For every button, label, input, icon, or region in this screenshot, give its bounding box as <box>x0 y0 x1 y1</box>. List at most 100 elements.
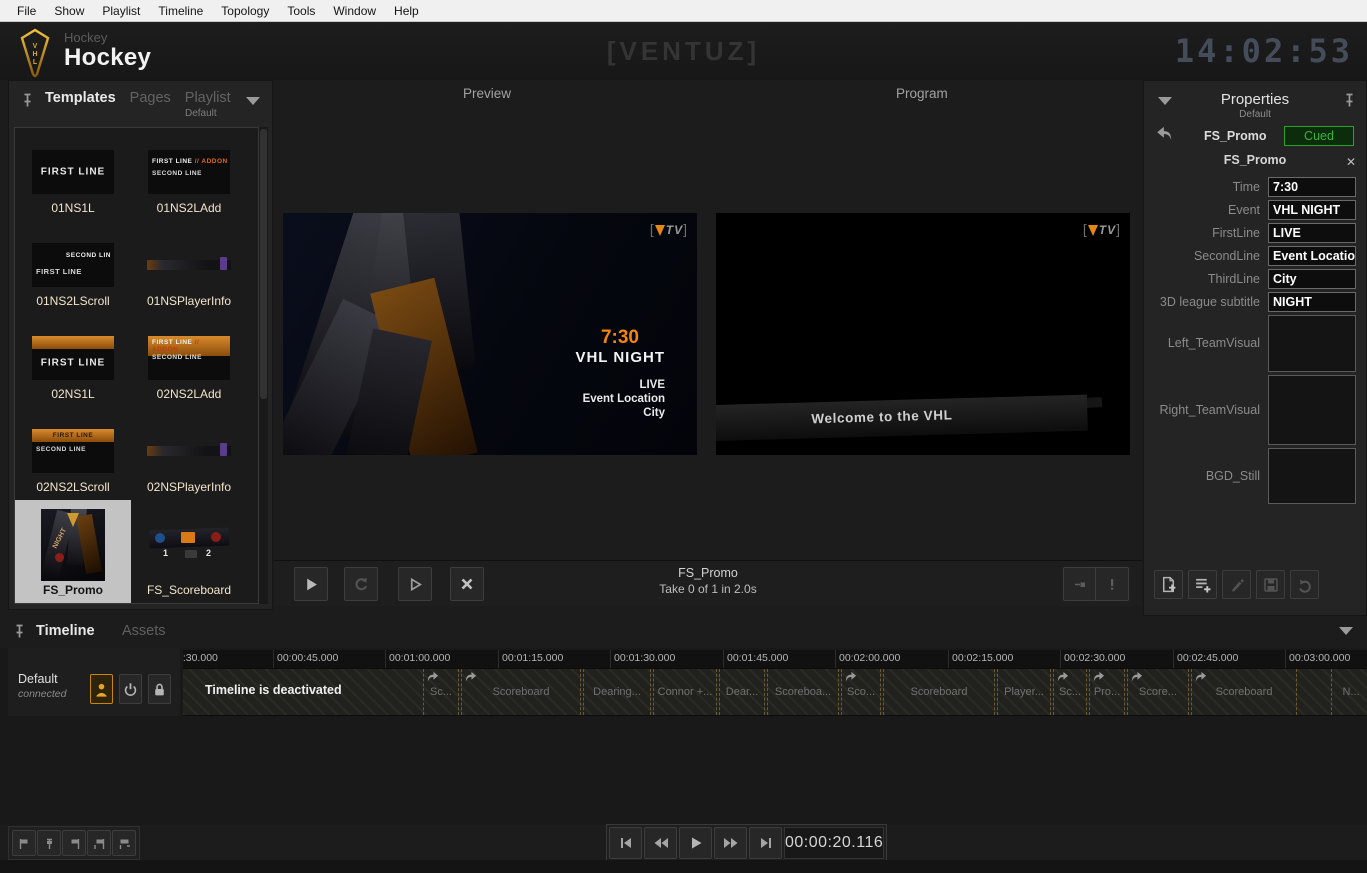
tab-pages[interactable]: Pages <box>130 90 171 106</box>
template-item-01ns2ladd[interactable]: FIRST LINE // ADDONSECOND LINE01NS2LAdd <box>131 128 247 221</box>
menu-item-topology[interactable]: Topology <box>212 1 278 21</box>
ruler-tick-line <box>1060 650 1061 668</box>
marker-tool-4[interactable] <box>87 830 111 856</box>
marker-tool-3[interactable] <box>62 830 86 856</box>
timeline-clip[interactable]: Pro... <box>1089 669 1125 715</box>
field-input[interactable]: City <box>1268 269 1356 289</box>
field-media-box[interactable] <box>1268 315 1356 372</box>
timeline-clip[interactable]: Sco... <box>841 669 881 715</box>
menu-item-window[interactable]: Window <box>324 1 385 21</box>
templates-scrollbar[interactable] <box>259 127 268 604</box>
menu-item-help[interactable]: Help <box>385 1 428 21</box>
template-item-02ns2lscroll[interactable]: FIRST LINESECOND LINE02NS2LScroll <box>15 407 131 500</box>
cued-status-badge: Cued <box>1284 126 1354 146</box>
timeline-clip[interactable]: Scoreboa... <box>767 669 839 715</box>
tab-timeline[interactable]: Timeline <box>36 623 95 639</box>
cue-flag-icon <box>1194 670 1207 683</box>
timeline-clip[interactable]: Score... <box>1127 669 1189 715</box>
preview-label: Preview <box>463 86 511 101</box>
timeline-section-header: Timeline Assets <box>0 618 1367 648</box>
timeline-clip[interactable]: Scoreboard <box>883 669 995 715</box>
template-item-02ns1l[interactable]: FIRST LINE02NS1L <box>15 314 131 407</box>
clip-label: Sco... <box>842 686 880 698</box>
template-item-02ns2ladd[interactable]: FIRST LINE // ADDONSECOND LINE02NS2LAdd <box>131 314 247 407</box>
menu-bar: FileShowPlaylistTimelineTopologyToolsWin… <box>0 0 1367 22</box>
timeline-clip[interactable]: Sc... <box>1053 669 1087 715</box>
menu-item-playlist[interactable]: Playlist <box>93 1 149 21</box>
field-input[interactable]: VHL NIGHT <box>1268 200 1356 220</box>
go-to-start-button[interactable] <box>609 827 642 859</box>
template-label: 02NS1L <box>51 387 94 401</box>
alert-button[interactable] <box>1095 567 1129 601</box>
chevron-down-icon[interactable] <box>246 97 260 105</box>
overlay-time: 7:30 <box>575 327 639 349</box>
field-input[interactable]: LIVE <box>1268 223 1356 243</box>
operator-toggle-button[interactable] <box>90 674 113 704</box>
timeline-clip[interactable]: N... <box>1331 669 1367 715</box>
field-input[interactable]: NIGHT <box>1268 292 1356 312</box>
timeline-clip[interactable]: Connor +... <box>653 669 717 715</box>
field-input[interactable]: 7:30 <box>1268 177 1356 197</box>
timeline-track[interactable]: Timeline is deactivated Sc...ScoreboardD… <box>183 668 1367 716</box>
timeline-clip[interactable]: Dearing... <box>583 669 651 715</box>
take-status: Take 0 of 1 in 2.0s <box>274 582 1142 596</box>
fast-forward-button[interactable] <box>714 827 747 859</box>
pin-icon[interactable] <box>13 624 26 639</box>
tab-templates[interactable]: Templates <box>45 90 116 106</box>
branch-option-button[interactable] <box>1063 567 1097 601</box>
marker-tool-5[interactable] <box>112 830 136 856</box>
field-media-box[interactable] <box>1268 375 1356 445</box>
template-item-fs_scoreboard[interactable]: 12FS_Scoreboard <box>131 500 247 603</box>
add-page-button[interactable] <box>1154 570 1183 599</box>
menu-item-file[interactable]: File <box>8 1 45 21</box>
pin-icon[interactable] <box>21 93 34 108</box>
ruler-tick-label: 00:02:00.000 <box>839 652 900 664</box>
template-item-01ns1l[interactable]: FIRST LINE01NS1L <box>15 128 131 221</box>
close-icon[interactable]: ✕ <box>1346 155 1356 169</box>
timeline-ruler[interactable]: 0:30.00000:00:45.00000:01:00.00000:01:15… <box>183 650 1367 668</box>
menu-item-tools[interactable]: Tools <box>278 1 324 21</box>
edit-button[interactable] <box>1222 570 1251 599</box>
clip-label: Scoreboard <box>1192 686 1296 698</box>
timeline-body: Default connected 0:30.00000:00:45.00000… <box>0 648 1367 825</box>
timecode-display[interactable]: 00:00:20.116 <box>784 827 884 859</box>
tab-playlist[interactable]: Playlist <box>185 90 231 106</box>
add-to-playlist-button[interactable] <box>1188 570 1217 599</box>
power-button[interactable] <box>119 674 142 704</box>
save-button[interactable] <box>1256 570 1285 599</box>
template-item-01ns2lscroll[interactable]: SECOND LINFIRST LINE01NS2LScroll <box>15 221 131 314</box>
marker-tool-2[interactable] <box>37 830 61 856</box>
rewind-button[interactable] <box>644 827 677 859</box>
preview-monitor: [TV] 7:30 VHL NIGHT LIVE Event Location … <box>283 213 697 455</box>
vtv-channel-logo: [TV] <box>1083 221 1120 237</box>
field-input[interactable]: Event Location <box>1268 246 1356 266</box>
scrollbar-thumb[interactable] <box>260 129 267 399</box>
timeline-clip[interactable]: Scoreboard <box>1191 669 1297 715</box>
undo-button[interactable] <box>1290 570 1319 599</box>
timeline-clip[interactable]: Scoreboard <box>461 669 581 715</box>
overlay-event: VHL NIGHT <box>575 349 665 366</box>
template-label: 01NSPlayerInfo <box>147 294 231 308</box>
menu-item-timeline[interactable]: Timeline <box>149 1 212 21</box>
lock-button[interactable] <box>148 674 171 704</box>
marker-tool-1[interactable] <box>12 830 36 856</box>
ruler-tick-line <box>610 650 611 668</box>
pin-icon[interactable] <box>1343 93 1356 108</box>
tab-assets[interactable]: Assets <box>122 623 166 639</box>
ruler-tick-label: 00:00:45.000 <box>277 652 338 664</box>
chevron-down-icon[interactable] <box>1339 627 1353 635</box>
timeline-clip[interactable]: Dear... <box>719 669 765 715</box>
template-item-01nsplayerinfo[interactable]: 01NSPlayerInfo <box>131 221 247 314</box>
play-button[interactable] <box>679 827 712 859</box>
vtv-channel-logo: [TV] <box>650 221 687 237</box>
cue-flag-icon <box>426 670 439 683</box>
field-media-box[interactable] <box>1268 448 1356 504</box>
jump-arrow-icon[interactable] <box>1156 125 1173 142</box>
menu-item-show[interactable]: Show <box>45 1 93 21</box>
go-to-end-button[interactable] <box>749 827 782 859</box>
timeline-clip[interactable]: Player... <box>997 669 1051 715</box>
template-item-02nsplayerinfo[interactable]: 02NSPlayerInfo <box>131 407 247 500</box>
field-label: BGD_Still <box>1144 448 1268 504</box>
template-item-fs_promo[interactable]: NIGHTFS_Promo <box>15 500 131 603</box>
timeline-clip[interactable]: Sc... <box>423 669 459 715</box>
